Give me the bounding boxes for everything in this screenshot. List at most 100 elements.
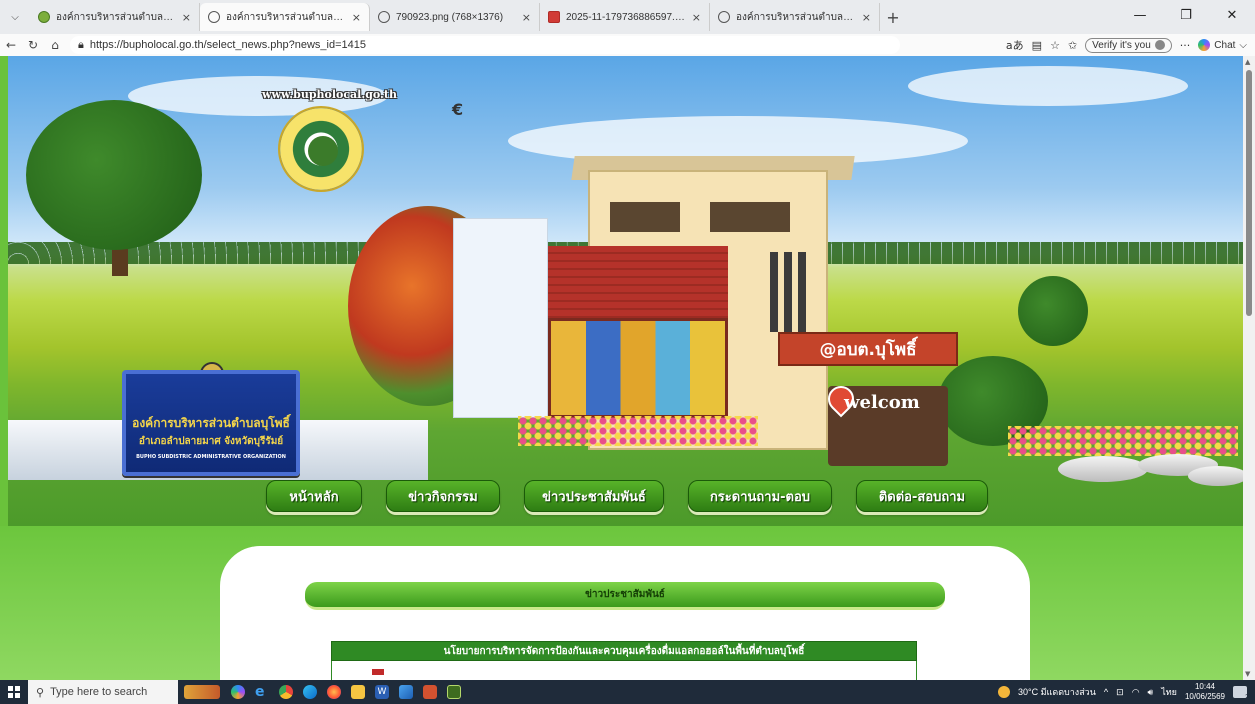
sign-line-3: BUPHO SUBDISTRIC ADMINISTRATIVE ORGANIZA… [136,454,286,460]
pdf-icon [548,11,560,23]
news-title-header: นโยบายการบริหารจัดการป้องกันและควบคุมเคร… [331,641,917,661]
nav-qa-board-button[interactable]: กระดานถาม-ตอบ [688,480,832,512]
weather-text[interactable]: 30°C มีแดดบางส่วน [1018,685,1096,699]
read-aloud-icon[interactable]: aあ [1006,37,1024,53]
nav-home-button[interactable]: หน้าหลัก [266,480,362,512]
chat-label: Chat [1214,39,1236,51]
photos-icon[interactable] [394,680,418,704]
globe-icon [208,11,220,23]
sign-line-2: อำเภอลำปลายมาศ จังหวัดบุรีรัมย์ [138,436,284,447]
address-bar[interactable]: 🔒︎ https://bupholocal.go.th/select_news.… [70,36,900,54]
restore-icon[interactable]: ❐ [1163,0,1209,30]
banner-marker: € [452,100,464,119]
favorites-list-icon[interactable]: ✩ [1068,39,1077,52]
browser-tab-0[interactable]: องค์การบริหารส่วนตำบลบุโพธิ์ อำเภอลำ × [30,3,200,31]
browser-toolbar: ← ↻ ⌂ 🔒︎ https://bupholocal.go.th/select… [0,34,1255,56]
refresh-icon[interactable]: ↻ [22,34,44,56]
tab-title: องค์การบริหารส่วนตำบลบุโพธิ์ อำเภอลำ [736,11,856,23]
language-indicator[interactable]: ไทย [1161,685,1177,699]
nav-activity-news-button[interactable]: ข่าวกิจกรรม [386,480,500,512]
globe-icon [378,11,390,23]
wifi-icon[interactable]: ◠ [1132,687,1140,698]
clock-date: 10/06/2569 [1184,692,1225,701]
powerpoint-icon[interactable] [418,680,442,704]
windows-taskbar: ⚲ Type here to search e W 30°C มีแดดบางส… [0,680,1255,704]
site-banner: www.bupholocal.go.th € องค์การบริหารส่วน… [8,56,1243,526]
globe-icon [718,11,730,23]
side-building [453,218,548,418]
main-nav: หน้าหลัก ข่าวกิจกรรม ข่าวประชาสัมพันธ์ ก… [266,480,988,512]
lock-icon: 🔒︎ [78,38,84,51]
tab-title: องค์การบริหารส่วนตำบลบุโพธิ์ อำเภอลำ [226,11,346,23]
page-scrollbar[interactable]: ▲ ▼ [1243,56,1255,680]
tab-title: 790923.png (768×1376) [396,11,504,23]
new-tab-button[interactable]: + [880,3,906,31]
clock-time: 10:44 [1194,682,1215,691]
browser-tab-4[interactable]: องค์การบริหารส่วนตำบลบุโพธิ์ อำเภอลำ × [710,3,880,31]
copilot-taskbar-icon[interactable] [226,680,250,704]
notification-count: 2 [1245,694,1249,701]
nav-contact-button[interactable]: ติดต่อ-สอบถาม [856,480,988,512]
news-body [331,661,917,680]
notification-icon[interactable]: 2 [1233,686,1249,701]
avatar-icon [1154,40,1165,50]
search-placeholder: Type here to search [50,686,148,698]
verify-label: Verify it's you [1092,39,1151,51]
nav-announcements-button[interactable]: ข่าวประชาสัมพันธ์ [524,480,664,512]
browser-tab-3[interactable]: 2025-11-179736886597.pdf × [540,3,710,31]
close-icon[interactable]: × [862,11,871,24]
start-button[interactable] [0,680,28,704]
favorite-star-icon[interactable]: ☆ [1050,39,1060,52]
scroll-thumb[interactable] [1246,70,1252,316]
back-icon[interactable]: ← [0,34,22,56]
fireworks-icon[interactable] [442,680,466,704]
welcome-sign-text: welcom [844,392,920,413]
volume-icon[interactable]: 🔊︎ [1148,687,1154,698]
close-icon[interactable]: × [352,11,361,24]
copilot-chat-button[interactable]: Chat ⌵ [1198,39,1247,51]
home-icon[interactable]: ⌂ [44,34,66,56]
reader-view-icon[interactable]: ▤ [1032,39,1042,52]
browser-tab-1[interactable]: องค์การบริหารส่วนตำบลบุโพธิ์ อำเภอลำ × [200,3,370,31]
chevron-down-icon: ⌵ [1239,39,1247,51]
more-menu-icon[interactable]: ··· [1180,39,1191,52]
minimize-icon[interactable]: — [1117,0,1163,30]
verify-profile-button[interactable]: Verify it's you [1085,37,1172,53]
rock [1188,466,1243,486]
flower-bed [518,416,758,446]
internet-explorer-icon[interactable]: e [250,680,274,704]
browser-tab-strip: ⌵ องค์การบริหารส่วนตำบลบุโพธิ์ อำเภอลำ ×… [0,0,1255,34]
firefox-icon[interactable] [322,680,346,704]
royal-portraits-display [548,318,728,418]
rock [1058,456,1148,482]
chrome-icon[interactable] [274,680,298,704]
taskbar-search-box[interactable]: ⚲ Type here to search [28,680,178,704]
section-title: ข่าวประชาสัมพันธ์ [305,582,945,610]
browser-tab-2[interactable]: 790923.png (768×1376) × [370,3,540,31]
search-icon: ⚲ [36,686,45,699]
sign-line-1: องค์การบริหารส่วนตำบลบุโพธิ์ [132,416,290,430]
organization-signboard: องค์การบริหารส่วนตำบลบุโพธิ์ อำเภอลำปลาย… [122,370,300,476]
clock[interactable]: 10:44 10/06/2569 [1185,682,1225,702]
word-icon[interactable]: W [370,680,394,704]
url-text: https://bupholocal.go.th/select_news.php… [89,39,366,51]
page-viewport: www.bupholocal.go.th € องค์การบริหารส่วน… [0,56,1243,680]
close-icon[interactable]: × [522,11,531,24]
scroll-down-icon[interactable]: ▼ [1245,670,1250,678]
close-window-icon[interactable]: ✕ [1209,0,1255,30]
news-widget-icon[interactable] [178,680,226,704]
toolbar-right: aあ ▤ ☆ ✩ Verify it's you ··· Chat ⌵ [1006,34,1247,56]
large-tree [26,100,202,250]
edge-icon[interactable] [298,680,322,704]
scroll-up-icon[interactable]: ▲ [1245,58,1250,66]
close-icon[interactable]: × [182,11,191,24]
organization-emblem-icon [278,106,364,192]
flower-bed [1008,426,1238,456]
file-explorer-icon[interactable] [346,680,370,704]
tab-list-chevron-icon[interactable]: ⌵ [0,0,30,34]
network-icon[interactable]: ⊡ [1116,687,1124,698]
tree [1018,276,1088,346]
tray-overflow-icon[interactable]: ^ [1104,687,1108,697]
close-icon[interactable]: × [692,11,701,24]
copilot-icon [1198,39,1211,51]
